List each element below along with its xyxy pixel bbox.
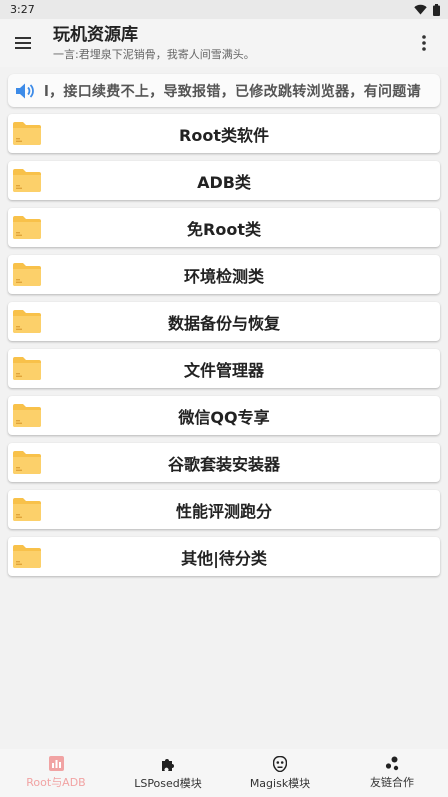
- folder-icon: [13, 169, 41, 192]
- category-item[interactable]: 谷歌套装安装器: [8, 443, 440, 482]
- folder-icon: [13, 216, 41, 239]
- category-label: ADB类: [197, 172, 251, 192]
- category-item[interactable]: 其他|待分类: [8, 537, 440, 576]
- category-item[interactable]: ADB类: [8, 161, 440, 200]
- app-bar: 玩机资源库 一言:君埋泉下泥销骨，我寄人间雪满头。: [0, 19, 448, 67]
- wifi-icon: [414, 4, 427, 15]
- nav-item-root-adb[interactable]: Root与ADB: [0, 749, 112, 797]
- category-item[interactable]: Root类软件: [8, 114, 440, 153]
- status-icons: [414, 3, 440, 16]
- status-bar: 3:27: [0, 0, 448, 19]
- category-item[interactable]: 文件管理器: [8, 349, 440, 388]
- folder-icon: [13, 310, 41, 333]
- category-label: 性能评测跑分: [175, 501, 272, 521]
- nav-label: LSPosed模块: [134, 776, 202, 790]
- category-item[interactable]: 微信QQ专享: [8, 396, 440, 435]
- nav-item-magisk[interactable]: Magisk模块: [224, 749, 336, 797]
- category-label: Root类软件: [179, 125, 269, 145]
- folder-icon: [13, 357, 41, 380]
- app-title: 玩机资源库: [53, 25, 138, 45]
- nav-item-friend-links[interactable]: 友链合作: [336, 749, 448, 797]
- folder-icon: [13, 498, 41, 521]
- nav-item-lsposed[interactable]: LSPosed模块: [112, 749, 224, 797]
- notice-banner[interactable]: l，接口续费不上，导致报错，已修改跳转浏览器，有问题请: [8, 74, 440, 107]
- category-label: 环境检测类: [183, 266, 264, 286]
- chart-icon: [48, 756, 64, 771]
- category-label: 微信QQ专享: [178, 407, 270, 427]
- puzzle-icon: [162, 758, 174, 771]
- folder-icon: [13, 545, 41, 568]
- title-block: 玩机资源库 一言:君埋泉下泥销骨，我寄人间雪满头。: [53, 24, 255, 62]
- notice-text: l，接口续费不上，导致报错，已修改跳转浏览器，有问题请: [44, 83, 421, 100]
- nav-label: Root与ADB: [26, 776, 86, 789]
- folder-icon: [13, 122, 41, 145]
- more-vert-icon: [422, 35, 426, 51]
- bottom-nav: Root与ADB LSPosed模块 Magisk模块 友链合作: [0, 749, 448, 797]
- nav-label: 友链合作: [370, 776, 414, 789]
- menu-button[interactable]: [0, 19, 46, 67]
- category-item[interactable]: 数据备份与恢复: [8, 302, 440, 341]
- category-label: 其他|待分类: [181, 548, 267, 568]
- more-options-button[interactable]: [406, 25, 442, 61]
- folder-icon: [13, 451, 41, 474]
- category-item[interactable]: 环境检测类: [8, 255, 440, 294]
- folder-icon: [13, 404, 41, 427]
- category-label: 免Root类: [187, 219, 261, 239]
- category-item[interactable]: 免Root类: [8, 208, 440, 247]
- category-label: 数据备份与恢复: [167, 313, 280, 333]
- battery-icon: [433, 3, 440, 16]
- folder-icon: [13, 263, 41, 286]
- share-icon: [385, 756, 398, 771]
- category-item[interactable]: 性能评测跑分: [8, 490, 440, 529]
- app-subtitle: 一言:君埋泉下泥销骨，我寄人间雪满头。: [53, 48, 255, 61]
- status-time: 3:27: [10, 3, 35, 16]
- nav-label: Magisk模块: [249, 776, 311, 790]
- mask-icon: [273, 755, 287, 772]
- category-label: 谷歌套装安装器: [167, 454, 280, 474]
- speaker-icon: [8, 82, 44, 100]
- hamburger-icon: [15, 37, 31, 49]
- category-list: Root类软件 ADB类免Root类 环境检测类数据备份与恢复 文件管理器微信QQ专享…: [0, 114, 448, 576]
- category-label: 文件管理器: [183, 360, 264, 380]
